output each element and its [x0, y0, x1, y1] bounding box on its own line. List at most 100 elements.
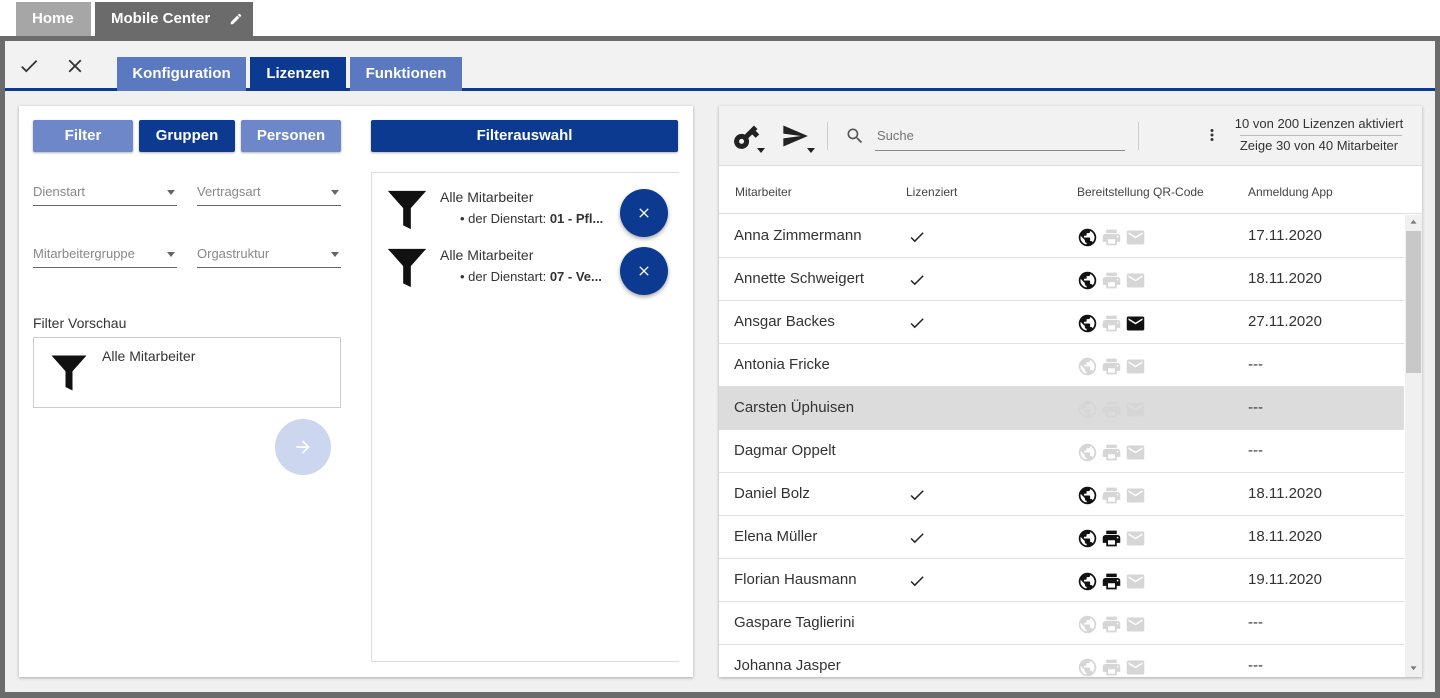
mitarbeitergruppe-select[interactable]: Mitarbeitergruppe	[33, 246, 177, 268]
globe-icon[interactable]	[1077, 313, 1098, 334]
globe-icon[interactable]	[1077, 571, 1098, 592]
tab-funktionen[interactable]: Funktionen	[350, 57, 462, 91]
remove-filter-button[interactable]	[620, 189, 668, 237]
tab-konfiguration[interactable]: Konfiguration	[117, 57, 246, 91]
license-panel: 10 von 200 Lizenzen aktiviert Zeige 30 v…	[719, 106, 1422, 677]
printer-icon[interactable]	[1101, 442, 1122, 463]
mail-icon[interactable]	[1125, 528, 1146, 549]
mail-icon[interactable]	[1125, 485, 1146, 506]
printer-icon[interactable]	[1101, 227, 1122, 248]
send-icon[interactable]	[781, 122, 809, 150]
toolbar-divider	[827, 122, 828, 150]
col-header-mitarbeiter[interactable]: Mitarbeiter	[735, 185, 792, 199]
printer-icon[interactable]	[1101, 528, 1122, 549]
printer-icon[interactable]	[1101, 485, 1122, 506]
globe-icon[interactable]	[1077, 614, 1098, 635]
printer-icon[interactable]	[1101, 270, 1122, 291]
send-dropdown-arrow-icon[interactable]	[807, 148, 815, 153]
printer-icon[interactable]	[1101, 356, 1122, 377]
printer-icon[interactable]	[1101, 313, 1122, 334]
app-login-date: ---	[1248, 614, 1263, 631]
mail-icon[interactable]	[1125, 399, 1146, 420]
licensed-check-icon	[910, 576, 924, 587]
globe-icon[interactable]	[1077, 485, 1098, 506]
table-row[interactable]: Elena Müller 18.11.2020	[719, 516, 1404, 559]
col-header-anmeldung[interactable]: Anmeldung App	[1248, 185, 1333, 199]
printer-icon[interactable]	[1101, 571, 1122, 592]
search-icon	[847, 128, 863, 144]
vertragsart-select[interactable]: Vertragsart	[197, 184, 341, 206]
funnel-icon	[387, 248, 427, 288]
personen-button[interactable]: Personen	[241, 120, 341, 152]
confirm-check-icon[interactable]	[18, 55, 40, 77]
vertical-scrollbar[interactable]	[1405, 215, 1422, 677]
tab-home[interactable]: Home	[16, 2, 91, 36]
toolbar-divider	[1138, 122, 1139, 150]
more-vert-icon[interactable]	[1203, 126, 1221, 144]
selected-filter-title: Alle Mitarbeiter	[440, 247, 534, 263]
globe-icon[interactable]	[1077, 442, 1098, 463]
remove-filter-button[interactable]	[620, 247, 668, 295]
orgastruktur-label: Orgastruktur	[197, 246, 270, 261]
mail-icon[interactable]	[1125, 657, 1146, 677]
table-row[interactable]: Dagmar Oppelt ---	[719, 430, 1404, 473]
orgastruktur-select[interactable]: Orgastruktur	[197, 246, 341, 268]
tab-lizenzen[interactable]: Lizenzen	[250, 57, 346, 91]
table-row[interactable]: Daniel Bolz 18.11.2020	[719, 473, 1404, 516]
gruppen-button[interactable]: Gruppen	[139, 120, 235, 152]
employees-shown-stat: Zeige 30 von 40 Mitarbeiter	[1239, 138, 1399, 153]
globe-icon[interactable]	[1077, 356, 1098, 377]
table-row[interactable]: Annette Schweigert 18.11.2020	[719, 258, 1404, 301]
col-header-lizenziert[interactable]: Lizenziert	[906, 185, 957, 199]
printer-icon[interactable]	[1101, 614, 1122, 635]
mail-icon[interactable]	[1125, 571, 1146, 592]
mail-icon[interactable]	[1125, 356, 1146, 377]
vertragsart-label: Vertragsart	[197, 184, 261, 199]
globe-icon[interactable]	[1077, 399, 1098, 420]
key-dropdown-arrow-icon[interactable]	[757, 148, 765, 153]
filterauswahl-button[interactable]: Filterauswahl	[371, 120, 678, 152]
table-row[interactable]: Antonia Fricke ---	[719, 344, 1404, 387]
printer-icon[interactable]	[1101, 657, 1122, 677]
globe-icon[interactable]	[1077, 270, 1098, 291]
selected-filter-item: Alle Mitarbeiter • der Dienstart: 07 - V…	[372, 237, 680, 295]
mail-icon[interactable]	[1125, 442, 1146, 463]
table-row[interactable]: Florian Hausmann 19.11.2020	[719, 559, 1404, 602]
table-row[interactable]: Gaspare Taglierini ---	[719, 602, 1404, 645]
table-row[interactable]: Carsten Üphuisen ---	[719, 387, 1404, 430]
selected-filters-list: Alle Mitarbeiter • der Dienstart: 01 - P…	[371, 172, 679, 662]
licensed-check-icon	[910, 232, 924, 243]
globe-icon[interactable]	[1077, 657, 1098, 677]
scroll-up-icon[interactable]	[1409, 218, 1418, 227]
col-header-qr[interactable]: Bereitstellung QR-Code	[1077, 185, 1204, 199]
table-row[interactable]: Anna Zimmermann 17.11.2020	[719, 215, 1404, 258]
cancel-close-icon[interactable]	[64, 55, 86, 77]
selected-filter-value: 07 - Ve...	[549, 269, 602, 284]
tab-mobile-center[interactable]: Mobile Center	[95, 2, 253, 36]
table-row[interactable]: Ansgar Backes 27.11.2020	[719, 301, 1404, 344]
apply-filter-arrow-button[interactable]	[275, 419, 331, 475]
scrollbar-thumb[interactable]	[1406, 231, 1421, 373]
filter-preview-label: Filter Vorschau	[33, 315, 127, 331]
table-row[interactable]: Johanna Jasper ---	[719, 645, 1404, 677]
scroll-down-icon[interactable]	[1409, 663, 1418, 672]
app-login-date: 18.11.2020	[1248, 528, 1322, 545]
main-area: Konfiguration Lizenzen Funktionen Filter…	[5, 41, 1435, 692]
filter-panel: Filter Gruppen Personen Filterauswahl Di…	[19, 106, 693, 677]
mail-icon[interactable]	[1125, 313, 1146, 334]
globe-icon[interactable]	[1077, 227, 1098, 248]
funnel-icon	[387, 190, 427, 230]
dropdown-arrow-icon	[167, 252, 175, 257]
dienstart-select[interactable]: Dienstart	[33, 184, 177, 206]
globe-icon[interactable]	[1077, 528, 1098, 549]
employee-name: Daniel Bolz	[734, 485, 810, 502]
arrow-right-icon	[296, 440, 310, 454]
search-input[interactable]	[877, 124, 1123, 146]
mail-icon[interactable]	[1125, 270, 1146, 291]
mail-icon[interactable]	[1125, 614, 1146, 635]
filter-button[interactable]: Filter	[33, 120, 133, 152]
pencil-icon[interactable]	[229, 12, 243, 26]
app-login-date: 18.11.2020	[1248, 485, 1322, 502]
mail-icon[interactable]	[1125, 227, 1146, 248]
printer-icon[interactable]	[1101, 399, 1122, 420]
